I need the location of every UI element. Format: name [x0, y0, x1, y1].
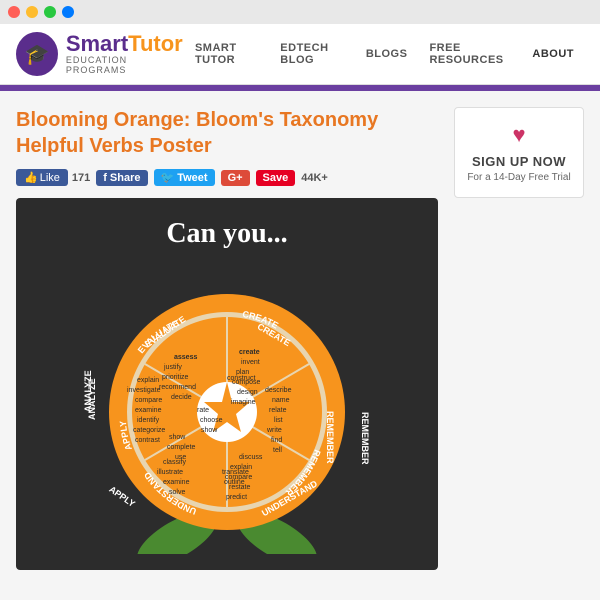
svg-text:name: name — [272, 397, 290, 404]
logo-smart: Smart — [66, 31, 128, 56]
share-icon: f — [103, 172, 107, 184]
content-area: Blooming Orange: Bloom's Taxonomy Helpfu… — [16, 107, 438, 570]
save-button[interactable]: Save — [256, 170, 296, 186]
svg-text:illustrate: illustrate — [157, 469, 183, 476]
svg-text:use: use — [175, 454, 186, 461]
svg-text:rate: rate — [197, 407, 209, 414]
svg-text:invent: invent — [241, 359, 260, 366]
svg-text:explain: explain — [137, 377, 159, 384]
signup-box: ♥ SIGN UP NOW For a 14-Day Free Trial — [454, 107, 584, 198]
like-box: 👍 Like 171 — [16, 169, 90, 186]
social-bar: 👍 Like 171 f Share 🐦 Tweet G+ Save 44K+ — [16, 169, 438, 186]
poster-headline: Can you... — [166, 218, 287, 250]
heart-icon: ♥ — [465, 122, 573, 148]
svg-text:contrast: contrast — [135, 437, 160, 444]
blooms-diagram: EVALUATE CREATE REMEMBER UNDERST — [67, 264, 387, 554]
sidebar: ♥ SIGN UP NOW For a 14-Day Free Trial — [454, 107, 584, 570]
page-title: Blooming Orange: Bloom's Taxonomy Helpfu… — [16, 107, 438, 159]
svg-text:discuss: discuss — [239, 454, 263, 461]
svg-text:tell: tell — [273, 447, 282, 454]
share-label: Share — [110, 172, 141, 184]
svg-text:justify: justify — [163, 364, 182, 371]
nav-blogs[interactable]: BLOGS — [356, 42, 418, 66]
poster-container: Can you... — [16, 198, 438, 570]
logo-sub: EDUCATION PROGRAMS — [66, 55, 185, 75]
maximize-dot[interactable] — [44, 6, 56, 18]
nav-edtech-blog[interactable]: EDTECH BLOG — [270, 36, 354, 72]
svg-text:examine: examine — [163, 479, 190, 486]
svg-text:recommend: recommend — [159, 384, 196, 391]
svg-text:complete: complete — [167, 444, 196, 451]
nav-smart-tutor[interactable]: SMART TUTOR — [185, 36, 268, 72]
svg-text:translate: translate — [222, 469, 249, 476]
logo-icon: 🎓 — [16, 32, 58, 76]
main-nav: SMART TUTOR EDTECH BLOG BLOGS FREE RESOU… — [185, 36, 584, 72]
thumbs-up-icon: 👍 — [24, 171, 38, 184]
svg-text:describe: describe — [265, 387, 292, 394]
svg-text:examine: examine — [135, 407, 162, 414]
signup-sub: For a 14-Day Free Trial — [465, 172, 573, 183]
minimize-dot[interactable] — [26, 6, 38, 18]
site-header: 🎓 SmartTutor EDUCATION PROGRAMS SMART TU… — [0, 24, 600, 85]
extra-dot[interactable] — [62, 6, 74, 18]
svg-text:decide: decide — [171, 394, 192, 401]
tweet-label: Tweet — [177, 172, 207, 184]
svg-text:categorize: categorize — [133, 427, 165, 434]
svg-text:REMEMBER: REMEMBER — [360, 412, 370, 465]
svg-text:prioritize: prioritize — [162, 374, 189, 381]
svg-text:ANALYZE: ANALYZE — [87, 378, 97, 420]
svg-text:design: design — [237, 389, 258, 396]
close-dot[interactable] — [8, 6, 20, 18]
nav-free-resources[interactable]: FREE RESOURCES — [419, 36, 520, 72]
svg-text:choose: choose — [200, 417, 223, 424]
twitter-icon: 🐦 — [161, 171, 175, 184]
svg-text:create: create — [239, 349, 260, 356]
svg-text:relate: relate — [269, 407, 287, 414]
signup-title: SIGN UP NOW — [465, 154, 573, 169]
svg-text:solve: solve — [169, 489, 185, 496]
svg-text:REMEMBER: REMEMBER — [325, 411, 335, 464]
logo-text: SmartTutor — [66, 33, 185, 55]
svg-text:outline: outline — [224, 479, 245, 486]
logo-tutor: Tutor — [128, 31, 183, 56]
tweet-button[interactable]: 🐦 Tweet — [154, 169, 215, 186]
svg-text:list: list — [274, 417, 283, 424]
svg-text:predict: predict — [226, 494, 247, 501]
like-label: Like — [40, 172, 60, 184]
svg-text:show: show — [201, 427, 218, 434]
svg-text:write: write — [266, 427, 282, 434]
svg-text:identify: identify — [137, 417, 160, 424]
logo-text-area: SmartTutor EDUCATION PROGRAMS — [66, 33, 185, 75]
svg-text:compare: compare — [135, 397, 162, 404]
main-container: Blooming Orange: Bloom's Taxonomy Helpfu… — [0, 91, 600, 586]
save-count: 44K+ — [301, 172, 328, 184]
like-button[interactable]: 👍 Like — [16, 169, 68, 186]
svg-text:investigate: investigate — [127, 387, 161, 394]
save-label: Save — [263, 172, 289, 184]
svg-text:assess: assess — [174, 354, 197, 361]
browser-bar — [0, 0, 600, 24]
nav-about[interactable]: ABOUT — [522, 42, 584, 66]
svg-text:construct: construct — [227, 375, 255, 382]
share-button[interactable]: f Share — [96, 170, 147, 186]
logo-area: 🎓 SmartTutor EDUCATION PROGRAMS — [16, 32, 185, 76]
svg-text:find: find — [271, 437, 282, 444]
gplus-label: G+ — [228, 172, 243, 184]
svg-text:show: show — [169, 434, 186, 441]
svg-text:imagine: imagine — [231, 399, 256, 406]
svg-text:APPLY: APPLY — [107, 484, 137, 509]
like-count: 171 — [72, 172, 90, 184]
gplus-button[interactable]: G+ — [221, 170, 250, 186]
